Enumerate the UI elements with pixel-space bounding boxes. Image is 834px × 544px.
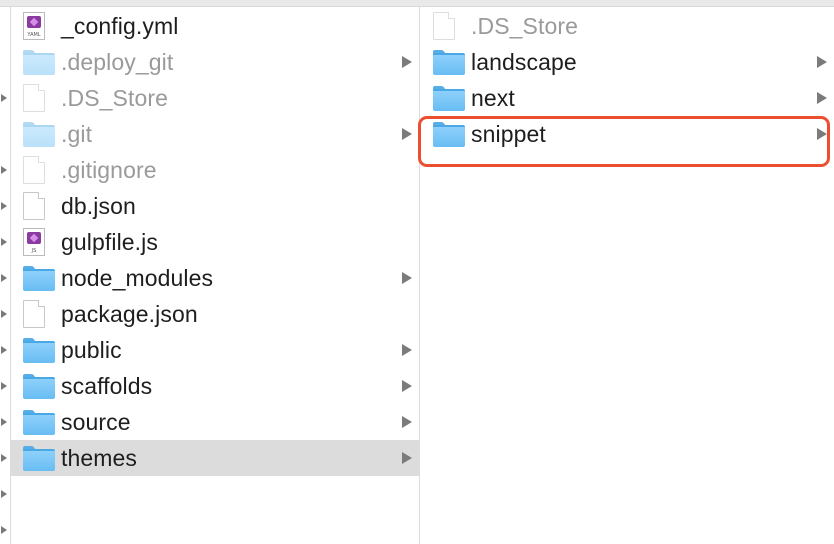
- item-name: landscape: [471, 48, 577, 75]
- item-name: .DS_Store: [471, 12, 579, 39]
- document-icon: [11, 192, 61, 220]
- disclosure-arrow-icon: [1, 490, 7, 498]
- disclosure-arrow-icon: [1, 202, 7, 210]
- file-column-hexo-root: YAML _config.yml .deploy_git .DS_Store .git.…: [11, 8, 419, 476]
- item-name: _config.yml: [61, 12, 179, 39]
- item-name: .git: [61, 120, 93, 147]
- file-row[interactable]: .DS_Store: [420, 8, 834, 44]
- disclosure-arrow-icon: [1, 526, 7, 534]
- folder-icon: [11, 445, 61, 471]
- disclosure-arrow-icon: [1, 382, 7, 390]
- folder-row[interactable]: .git: [11, 116, 419, 152]
- chevron-right-icon: [402, 380, 412, 392]
- disclosure-arrow-icon: [1, 274, 7, 282]
- folder-icon: [11, 373, 61, 399]
- item-name: gulpfile.js: [61, 228, 158, 255]
- folder-row[interactable]: themes: [11, 440, 419, 476]
- annotation-highlight-box: [418, 116, 830, 167]
- folder-row[interactable]: next: [420, 80, 834, 116]
- chevron-right-icon: [817, 56, 827, 68]
- folder-icon: [11, 49, 61, 75]
- folder-row[interactable]: node_modules: [11, 260, 419, 296]
- chevron-right-icon: [402, 56, 412, 68]
- chevron-right-icon: [402, 272, 412, 284]
- item-name: .deploy_git: [61, 48, 174, 75]
- finder-column-view: YAML _config.yml .deploy_git .DS_Store .git.…: [0, 0, 834, 544]
- disclosure-arrow-icon: [1, 454, 7, 462]
- folder-icon: [11, 409, 61, 435]
- file-row[interactable]: .DS_Store: [11, 80, 419, 116]
- item-name: package.json: [61, 300, 198, 327]
- file-row[interactable]: package.json: [11, 296, 419, 332]
- chevron-right-icon: [402, 344, 412, 356]
- script-file-icon: YAML: [11, 12, 61, 40]
- folder-icon: [11, 121, 61, 147]
- previous-column-edge: [0, 7, 10, 544]
- folder-icon: [11, 337, 61, 363]
- document-icon: [420, 12, 471, 40]
- chevron-right-icon: [817, 92, 827, 104]
- folder-icon: [420, 85, 471, 111]
- folder-row[interactable]: landscape: [420, 44, 834, 80]
- item-name: scaffolds: [61, 372, 153, 399]
- folder-row[interactable]: .deploy_git: [11, 44, 419, 80]
- item-name: source: [61, 408, 131, 435]
- disclosure-arrow-icon: [1, 94, 7, 102]
- document-icon: [11, 84, 61, 112]
- file-row[interactable]: .gitignore: [11, 152, 419, 188]
- item-name: public: [61, 336, 122, 363]
- item-name: .gitignore: [61, 156, 157, 183]
- folder-icon: [420, 49, 471, 75]
- item-name: node_modules: [61, 264, 214, 291]
- document-icon: [11, 156, 61, 184]
- folder-icon: [11, 265, 61, 291]
- chevron-right-icon: [402, 128, 412, 140]
- file-row[interactable]: YAML _config.yml: [11, 8, 419, 44]
- file-row[interactable]: db.json: [11, 188, 419, 224]
- document-icon: [11, 300, 61, 328]
- disclosure-arrow-icon: [1, 238, 7, 246]
- chevron-right-icon: [402, 416, 412, 428]
- item-name: db.json: [61, 192, 136, 219]
- disclosure-arrow-icon: [1, 346, 7, 354]
- window-top-edge: [0, 0, 834, 7]
- folder-row[interactable]: source: [11, 404, 419, 440]
- item-name: themes: [61, 444, 138, 471]
- item-name: next: [471, 84, 515, 111]
- disclosure-arrow-icon: [1, 310, 7, 318]
- file-row[interactable]: JS gulpfile.js: [11, 224, 419, 260]
- script-file-icon: JS: [11, 228, 61, 256]
- item-name: .DS_Store: [61, 84, 169, 111]
- disclosure-arrow-icon: [1, 166, 7, 174]
- disclosure-arrow-icon: [1, 418, 7, 426]
- folder-row[interactable]: public: [11, 332, 419, 368]
- chevron-right-icon: [402, 452, 412, 464]
- folder-row[interactable]: scaffolds: [11, 368, 419, 404]
